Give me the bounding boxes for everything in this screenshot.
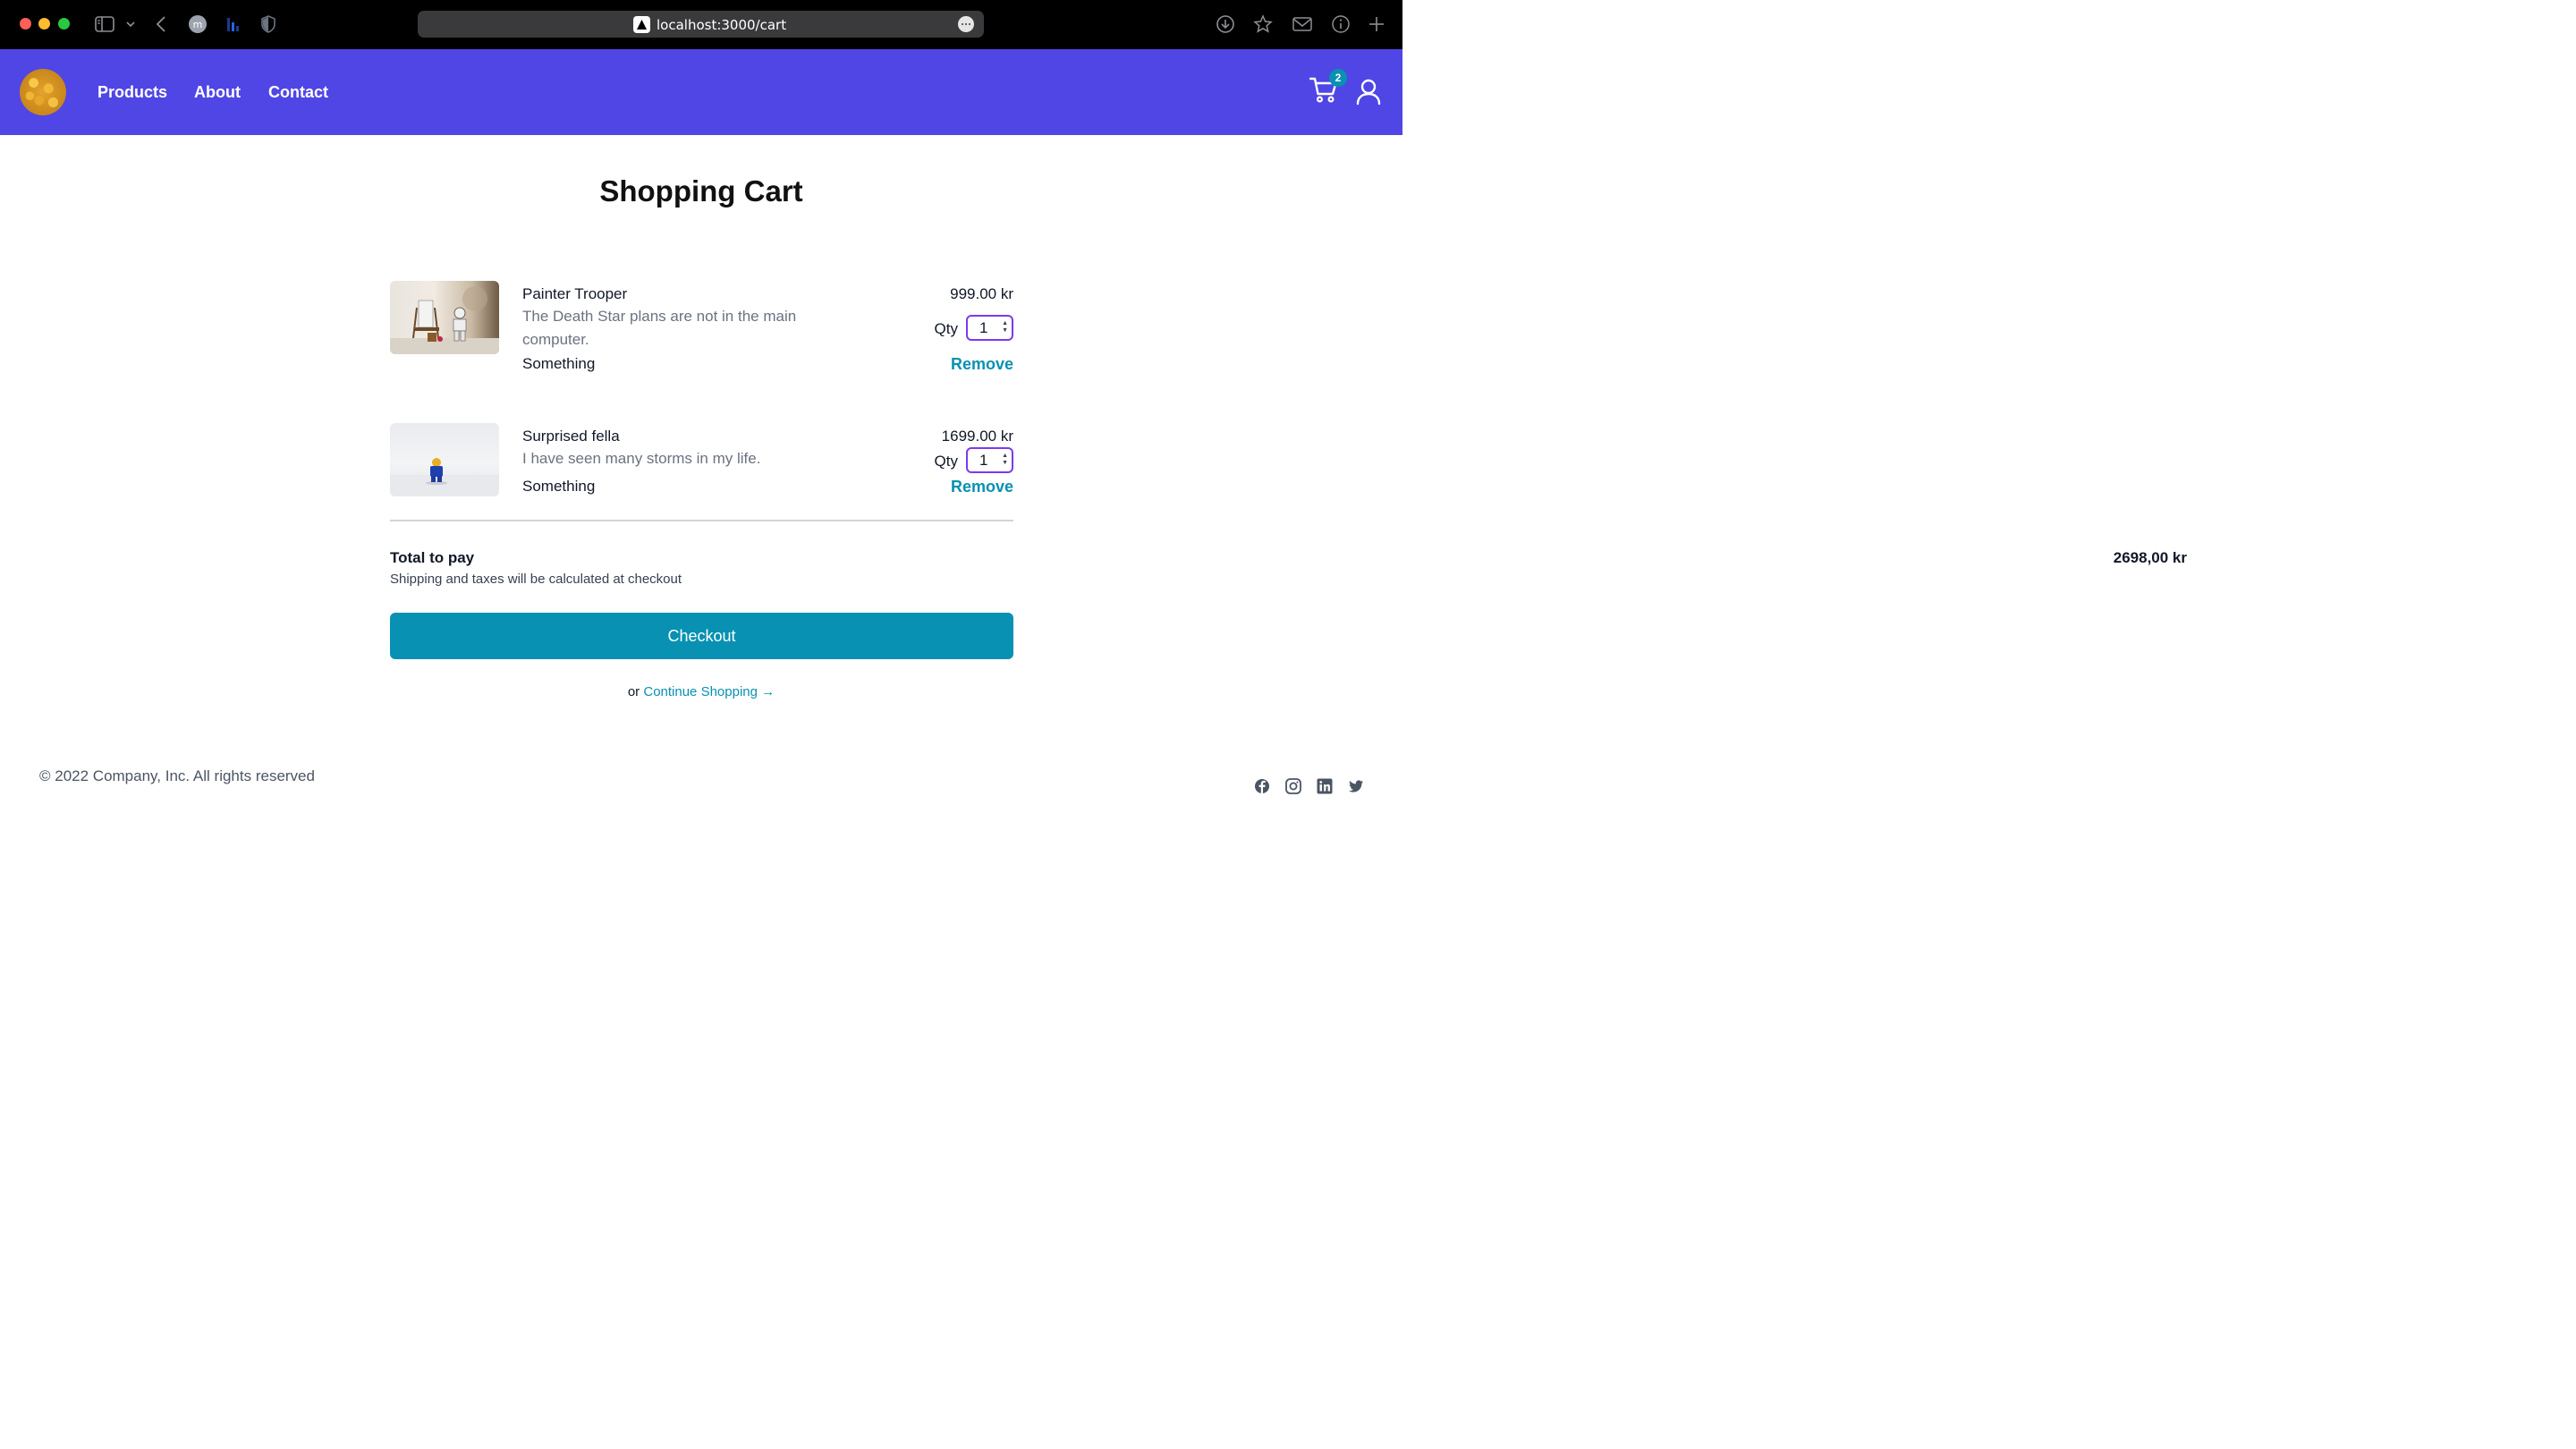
svg-text:m: m (193, 19, 203, 30)
new-tab-icon[interactable] (1368, 13, 1385, 35)
star-icon[interactable] (1253, 13, 1273, 35)
site-navbar: Products About Contact 2 (0, 49, 1402, 135)
company-logo[interactable] (20, 69, 66, 115)
item-name[interactable]: Surprised fella (522, 428, 620, 445)
instagram-icon[interactable] (1285, 778, 1301, 794)
nav-link-products[interactable]: Products (97, 83, 167, 102)
item-variant: Something (522, 355, 596, 372)
shield-icon[interactable] (260, 13, 276, 35)
more-options-icon[interactable] (958, 16, 974, 32)
remove-button[interactable]: Remove (951, 478, 1013, 496)
page-title: Shopping Cart (599, 174, 803, 208)
address-bar[interactable]: localhost:3000/cart (418, 11, 984, 38)
qty-label: Qty (934, 453, 958, 470)
info-icon[interactable] (1331, 13, 1351, 35)
checkout-button[interactable]: Checkout (390, 613, 1013, 659)
browser-toolbar: m localhost:3000/cart (0, 0, 1402, 49)
minimize-window-button[interactable] (38, 18, 50, 30)
total-note: Shipping and taxes will be calculated at… (390, 572, 682, 587)
product-image[interactable] (390, 423, 499, 496)
stepper-arrows-icon[interactable]: ▲ ▼ (1002, 320, 1008, 335)
quantity-stepper[interactable]: 1 ▲ ▼ (966, 315, 1013, 341)
product-image[interactable] (390, 281, 499, 354)
item-variant: Something (522, 478, 596, 495)
item-name[interactable]: Painter Trooper (522, 285, 627, 303)
mail-icon[interactable] (1292, 13, 1312, 35)
item-description: The Death Star plans are not in the main… (522, 308, 797, 348)
extension-m-icon[interactable]: m (188, 13, 208, 35)
stepper-arrows-icon[interactable]: ▲ ▼ (1002, 453, 1008, 467)
item-price: 1699.00 kr (941, 428, 1013, 445)
qty-label: Qty (934, 320, 958, 337)
facebook-icon[interactable] (1254, 778, 1270, 794)
chevron-down-icon[interactable] (126, 13, 135, 35)
continue-shopping-row: or Continue Shopping → (0, 684, 1402, 699)
continue-prefix: or (627, 684, 640, 699)
total-label: Total to pay (390, 549, 475, 566)
quantity-value: 1 (979, 452, 988, 469)
site-favicon-icon (633, 16, 650, 33)
twitter-icon[interactable] (1348, 778, 1364, 794)
linkedin-icon[interactable] (1317, 778, 1333, 794)
item-price: 999.00 kr (950, 285, 1013, 302)
url-text: localhost:3000/cart (657, 17, 787, 33)
extension-bars-icon[interactable] (225, 13, 240, 35)
user-account-icon[interactable] (1356, 79, 1381, 110)
back-icon[interactable] (156, 13, 166, 35)
remove-button[interactable]: Remove (951, 355, 1013, 374)
nav-link-contact[interactable]: Contact (268, 83, 328, 102)
sidebar-toggle-icon[interactable] (95, 13, 114, 35)
close-window-button[interactable] (20, 18, 31, 30)
cart-item: Surprised fella I have seen many storms … (390, 423, 1013, 504)
cart-count-badge: 2 (1329, 69, 1347, 87)
cart-item: Painter Trooper The Death Star plans are… (390, 281, 1013, 379)
item-description: I have seen many storms in my life. (522, 450, 761, 467)
maximize-window-button[interactable] (58, 18, 70, 30)
divider (390, 520, 1013, 521)
continue-shopping-link[interactable]: Continue Shopping → (643, 684, 775, 699)
quantity-value: 1 (979, 319, 988, 336)
nav-link-about[interactable]: About (194, 83, 241, 102)
total-value: 2698,00 kr (2113, 549, 2187, 566)
copyright-text: © 2022 Company, Inc. All rights reserved (39, 767, 315, 784)
download-icon[interactable] (1216, 13, 1235, 35)
quantity-stepper[interactable]: 1 ▲ ▼ (966, 447, 1013, 473)
